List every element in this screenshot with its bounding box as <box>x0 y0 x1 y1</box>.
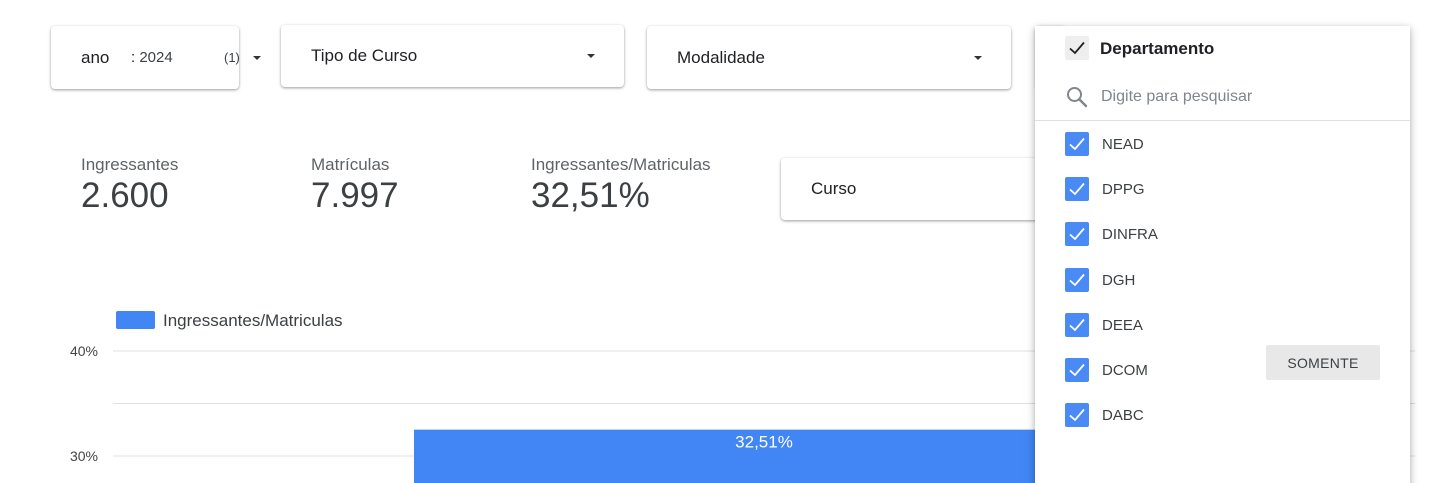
dropdown-option[interactable]: DPPG <box>1035 168 1410 213</box>
caret-down-icon <box>253 56 261 60</box>
modality-filter[interactable]: Modalidade <box>647 26 1011 89</box>
option-label: DPPG <box>1102 181 1145 199</box>
check-icon <box>1069 409 1085 422</box>
option-checkbox[interactable] <box>1065 132 1089 156</box>
search-input[interactable] <box>1101 85 1381 109</box>
dropdown-option[interactable]: DCOM SOMENTE <box>1035 345 1410 394</box>
course-type-filter-label: Tipo de Curso <box>311 46 418 65</box>
option-checkbox[interactable] <box>1065 267 1089 292</box>
course-type-filter[interactable]: Tipo de Curso <box>281 25 624 87</box>
year-filter-value: : 2024 <box>131 49 173 66</box>
select-all-checkbox[interactable] <box>1065 36 1089 60</box>
option-checkbox[interactable] <box>1065 358 1089 382</box>
kpi-label: Matrículas <box>311 155 390 174</box>
dropdown-option[interactable]: NEAD <box>1035 123 1410 168</box>
kpi-ingressantes: Ingressantes 2.600 <box>81 155 178 216</box>
year-filter-label: ano <box>81 48 110 67</box>
option-checkbox[interactable] <box>1065 403 1089 428</box>
department-dropdown: Departamento NEAD DPPG DINFRA DGH DEEA DCOM SO… <box>1035 26 1410 483</box>
dropdown-option[interactable]: DEEA <box>1035 304 1410 349</box>
course-filter[interactable]: Curso <box>781 158 1051 220</box>
option-label: DEEA <box>1102 316 1143 334</box>
dropdown-header[interactable]: Departamento <box>1035 26 1410 72</box>
y-tick-label: 40% <box>70 343 98 359</box>
dropdown-title: Departamento <box>1100 39 1215 58</box>
modality-filter-label: Modalidade <box>677 48 765 67</box>
option-label: NEAD <box>1102 136 1144 153</box>
kpi-value: 32,51% <box>531 176 650 215</box>
kpi-value: 2.600 <box>81 176 169 215</box>
check-icon <box>1069 228 1085 241</box>
legend-label: Ingressantes/Matriculas <box>163 311 343 330</box>
check-icon <box>1069 273 1085 286</box>
only-button[interactable]: SOMENTE <box>1266 345 1380 380</box>
option-checkbox[interactable] <box>1065 312 1089 337</box>
option-label: DGH <box>1102 271 1136 289</box>
option-label: DCOM <box>1102 362 1148 379</box>
legend-swatch <box>116 311 155 329</box>
check-icon <box>1069 318 1085 332</box>
kpi-label: Ingressantes <box>81 155 179 174</box>
check-icon <box>1069 183 1085 196</box>
dropdown-option[interactable]: DGH <box>1035 259 1410 304</box>
dropdown-option[interactable]: DABC <box>1035 394 1410 439</box>
option-checkbox[interactable] <box>1065 177 1089 202</box>
kpi-ratio: Ingressantes/Matriculas 32,51% <box>531 155 711 216</box>
caret-down-icon <box>974 56 982 60</box>
kpi-label: Ingressantes/Matriculas <box>531 155 711 174</box>
dropdown-search <box>1035 76 1410 121</box>
check-icon <box>1069 41 1085 55</box>
bar-data-label: 32,51% <box>735 433 793 452</box>
check-icon <box>1069 137 1085 151</box>
dropdown-option[interactable]: DINFRA <box>1035 213 1410 258</box>
kpi-value: 7.997 <box>311 176 399 215</box>
search-icon <box>1067 87 1088 108</box>
year-filter[interactable]: ano : 2024 (1) <box>51 26 261 89</box>
option-label: DABC <box>1102 407 1144 425</box>
caret-down-icon <box>587 54 595 58</box>
kpi-matriculas: Matrículas 7.997 <box>311 155 399 216</box>
year-filter-count: (1) <box>224 50 240 65</box>
check-icon <box>1069 363 1085 377</box>
option-checkbox[interactable] <box>1065 222 1089 247</box>
course-filter-label: Curso <box>811 179 857 198</box>
option-label: DINFRA <box>1102 226 1158 244</box>
y-tick-label: 30% <box>70 448 98 464</box>
